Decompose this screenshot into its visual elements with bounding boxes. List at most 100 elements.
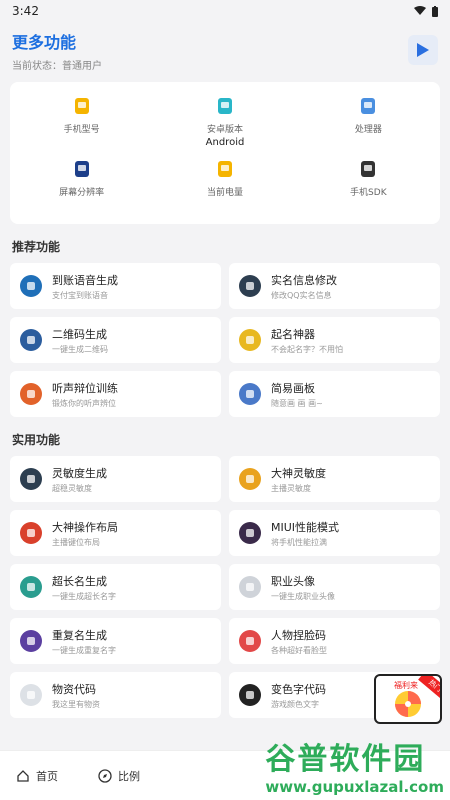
feature-card[interactable]: 大神灵敏度主播灵敏度 <box>229 456 440 502</box>
cards-icon <box>20 576 42 598</box>
nav-ratio[interactable]: 比例 <box>98 768 140 784</box>
feature-card[interactable]: 二维码生成 一键生成二维码 <box>10 317 221 363</box>
recommended-grid: 到账语音生成 支付宝到账语音 实名信息修改 修改QQ实名信息二维码生成 一键生成二维码 起… <box>0 263 450 417</box>
play-icon <box>417 43 429 57</box>
feature-text: 变色字代码 游戏颜色文字 <box>271 681 326 710</box>
feature-card[interactable]: 人物捏脸码各种超好看脸型 <box>229 618 440 664</box>
play-button[interactable] <box>408 35 438 65</box>
feature-text: 简易画板随意画 画 画~ <box>271 380 323 409</box>
feature-desc: 各种超好看脸型 <box>271 645 327 655</box>
feature-card[interactable]: 实名信息修改 修改QQ实名信息 <box>229 263 440 309</box>
feature-desc: 主播键位布局 <box>52 537 100 547</box>
device-info-label: 手机型号 <box>63 125 100 135</box>
status-time: 3:42 <box>12 4 39 18</box>
feature-name: 到账语音生成 <box>52 273 118 287</box>
prize-wheel-icon <box>395 691 421 717</box>
feature-name: 大神灵敏度 <box>271 466 326 480</box>
device-info-3: 屏幕分辨率 <box>10 153 153 216</box>
feature-desc: 一键生成职业头像 <box>271 591 335 601</box>
phone-icon <box>70 94 94 118</box>
feature-name: 超长名生成 <box>52 574 107 588</box>
feature-text: 职业头像一键生成职业头像 <box>271 573 335 602</box>
monitor-icon <box>70 157 94 181</box>
sdk-icon <box>356 157 380 181</box>
feature-card[interactable]: 听声辩位训练锻炼你的听声辨位 <box>10 371 221 417</box>
home-icon <box>17 769 29 782</box>
face-icon <box>239 630 261 652</box>
color-text-icon <box>239 684 261 706</box>
palette-icon <box>239 383 261 405</box>
feature-card[interactable]: 起名神器 不会起名字？不用怕 <box>229 317 440 363</box>
device-info-label: 处理器 <box>354 125 382 135</box>
headphone-icon <box>20 383 42 405</box>
feature-card[interactable]: 简易画板随意画 画 画~ <box>229 371 440 417</box>
feature-card[interactable]: 职业头像一键生成职业头像 <box>229 564 440 610</box>
feature-card[interactable]: MIUI性能模式 将手机性能拉满 <box>229 510 440 556</box>
nav-ratio-label: 比例 <box>118 769 140 783</box>
feature-text: 灵敏度生成 超稳灵敏度 <box>52 465 107 494</box>
battery-status-icon <box>432 5 438 17</box>
feature-desc: 游戏颜色文字 <box>271 699 319 709</box>
feature-desc: 超稳灵敏度 <box>52 483 92 493</box>
status-icons <box>414 5 438 17</box>
nav-home[interactable]: 首页 <box>16 768 58 784</box>
feature-text: 二维码生成 一键生成二维码 <box>52 326 108 355</box>
device-info-2: 处理器 <box>297 90 440 153</box>
feature-name: 职业头像 <box>271 574 315 588</box>
rocket-icon <box>239 522 261 544</box>
feature-desc: 主播灵敏度 <box>271 483 311 493</box>
floating-ad[interactable]: 福利来 热门 <box>374 674 442 724</box>
device-info-4: 当前电量 <box>153 153 296 216</box>
feature-text: 重复名生成 一键生成重复名字 <box>52 627 116 656</box>
feature-card[interactable]: 物资代码 我这里有物资 <box>10 672 221 718</box>
feature-name: 大神操作布局 <box>52 520 118 534</box>
watermark-url: www.gupuxlazal.com <box>265 778 444 796</box>
page-title: 更多功能 <box>12 32 77 52</box>
feature-card[interactable]: 重复名生成 一键生成重复名字 <box>10 618 221 664</box>
ad-text: 福利来 <box>394 681 418 690</box>
feature-desc: 锻炼你的听声辨位 <box>52 398 116 408</box>
feature-desc: 修改QQ实名信息 <box>271 290 332 300</box>
watermark: 谷普软件园 www.gupuxlazal.com <box>265 734 444 796</box>
device-info-5: 手机SDK <box>297 153 440 216</box>
nav-home-label: 首页 <box>36 769 58 783</box>
feature-text: 起名神器 不会起名字？不用怕 <box>271 326 343 355</box>
feature-text: MIUI性能模式 将手机性能拉满 <box>271 519 339 548</box>
id-card-icon <box>239 275 261 297</box>
page-header: 更多功能 当前状态：普通用户 <box>0 22 450 78</box>
device-info-card: 手机型号 安卓版本 Android 处理器屏幕分辨率 当前电量 手机SDK <box>10 82 440 224</box>
wifi-icon <box>414 6 426 15</box>
feature-text: 物资代码 我这里有物资 <box>52 681 100 710</box>
android-icon <box>213 94 237 118</box>
device-info-label: 屏幕分辨率 <box>59 188 105 198</box>
feature-text: 大神灵敏度主播灵敏度 <box>271 465 326 494</box>
feature-card[interactable]: 超长名生成 一键生成超长名字 <box>10 564 221 610</box>
device-info-label: 手机SDK <box>350 188 387 198</box>
feature-card[interactable]: 大神操作布局主播键位布局 <box>10 510 221 556</box>
speaker-icon <box>20 275 42 297</box>
laptop-icon <box>20 468 42 490</box>
feature-name: 简易画板 <box>271 381 315 395</box>
device-info-0: 手机型号 <box>10 90 153 153</box>
battery-icon <box>213 157 237 181</box>
feature-name: 人物捏脸码 <box>271 628 326 642</box>
feature-desc: 一键生成二维码 <box>52 344 108 354</box>
feature-text: 人物捏脸码各种超好看脸型 <box>271 627 327 656</box>
feature-name: 起名神器 <box>271 327 315 341</box>
pen-icon <box>239 329 261 351</box>
feature-desc: 随意画 画 画~ <box>271 398 323 408</box>
device-info-1: 安卓版本 Android <box>153 90 296 153</box>
feature-text: 到账语音生成 支付宝到账语音 <box>52 272 118 301</box>
book-icon <box>20 522 42 544</box>
feature-text: 大神操作布局主播键位布局 <box>52 519 118 548</box>
section-title-recommended: 推荐功能 <box>12 240 61 254</box>
feature-name: 听声辩位训练 <box>52 381 118 395</box>
tag-icon <box>20 630 42 652</box>
feature-card[interactable]: 灵敏度生成 超稳灵敏度 <box>10 456 221 502</box>
device-info-label: 当前电量 <box>206 188 243 198</box>
feature-card[interactable]: 到账语音生成 支付宝到账语音 <box>10 263 221 309</box>
cpu-icon <box>356 94 380 118</box>
watermark-cn: 谷普软件园 <box>265 742 426 777</box>
feature-desc: 将手机性能拉满 <box>271 537 327 547</box>
feature-name: 物资代码 <box>52 682 96 696</box>
